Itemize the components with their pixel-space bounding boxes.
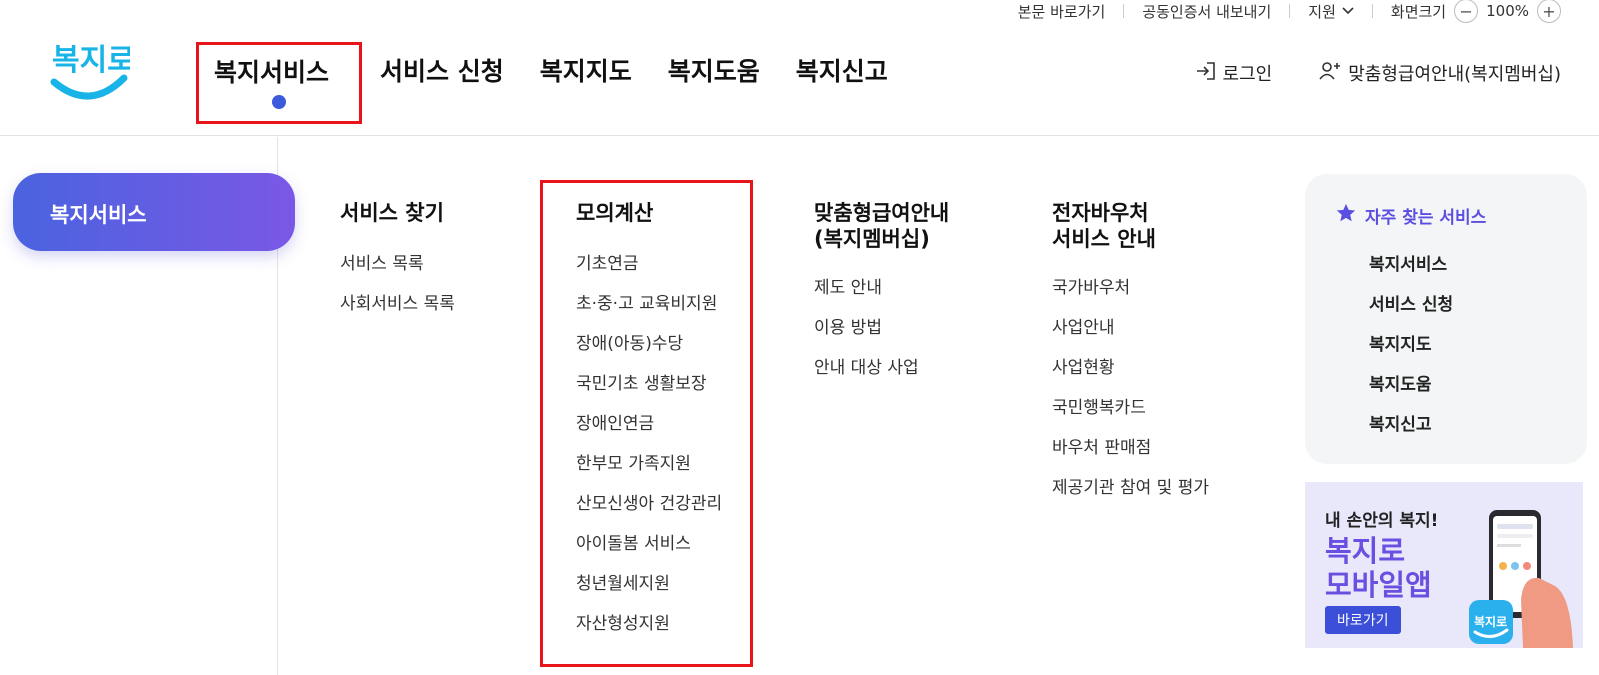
login-icon	[1195, 61, 1223, 86]
app-icon-text: 복지로	[1474, 614, 1507, 629]
nav-welfare-report[interactable]: 복지신고	[778, 42, 906, 124]
nav-label: 서비스 신청	[380, 57, 504, 86]
main-navigation: 복지서비스 서비스 신청 복지지도 복지도움 복지신고	[196, 42, 906, 124]
column-title-line: 맞춤형급여안내	[814, 201, 950, 225]
active-indicator-dot	[272, 95, 286, 109]
phone-in-hand-illustration: 복지로	[1469, 510, 1573, 648]
column-title: 전자바우처 서비스 안내	[1052, 200, 1209, 252]
nav-welfare-services[interactable]: 복지서비스	[196, 42, 362, 124]
column-title: 서비스 찾기	[340, 201, 444, 225]
column-title: 맞춤형급여안내 (복지멤버십)	[814, 200, 949, 252]
mobile-app-banner[interactable]: 내 손안의 복지! 복지로 모바일앱 바로가기 복지로	[1305, 482, 1583, 648]
menu-item[interactable]: 이용 방법	[814, 308, 949, 348]
membership-label: 맞춤형급여안내(복지멤버십)	[1348, 64, 1561, 85]
nav-label: 복지지도	[539, 57, 632, 86]
banner-go-button[interactable]: 바로가기	[1325, 606, 1401, 634]
banner-title-line: 복지로	[1325, 534, 1406, 568]
menu-column-voucher: 전자바우처 서비스 안내 국가바우처 사업안내 사업현황 국민행복카드 바우처 …	[1052, 200, 1209, 508]
quick-link[interactable]: 복지신고	[1369, 405, 1587, 445]
user-plus-icon	[1318, 61, 1348, 86]
column-title-line: 서비스 안내	[1052, 227, 1156, 251]
nav-service-application[interactable]: 서비스 신청	[362, 42, 522, 124]
highlight-box	[540, 180, 753, 667]
menu-item[interactable]: 제도 안내	[814, 268, 949, 308]
menu-item[interactable]: 안내 대상 사업	[814, 348, 949, 388]
svg-text:복지로: 복지로	[52, 43, 130, 78]
sidebar-item-welfare-services[interactable]: 복지서비스	[13, 173, 295, 251]
header-actions: 로그인 맞춤형급여안내(복지멤버십)	[1149, 60, 1561, 86]
frequent-services-title: 자주 찾는 서비스	[1335, 202, 1587, 229]
banner-title: 복지로 모바일앱	[1325, 534, 1432, 602]
login-link[interactable]: 로그인	[1195, 60, 1273, 86]
column-title-line: 전자바우처	[1052, 201, 1149, 225]
menu-item[interactable]: 서비스 목록	[340, 244, 455, 284]
column-title-line: (복지멤버십)	[814, 227, 930, 251]
menu-item[interactable]: 국가바우처	[1052, 268, 1209, 308]
menu-item[interactable]: 제공기관 참여 및 평가	[1052, 468, 1209, 508]
quick-link[interactable]: 서비스 신청	[1369, 285, 1587, 325]
quick-link[interactable]: 복지지도	[1369, 325, 1587, 365]
nav-label: 복지서비스	[214, 58, 330, 87]
quick-link[interactable]: 복지서비스	[1369, 245, 1587, 285]
bokjiro-logo[interactable]: 복지로	[50, 32, 135, 104]
menu-item[interactable]: 사업현황	[1052, 348, 1209, 388]
frequent-services-panel: 자주 찾는 서비스 복지서비스 서비스 신청 복지지도 복지도움 복지신고	[1305, 174, 1587, 464]
membership-link[interactable]: 맞춤형급여안내(복지멤버십)	[1318, 60, 1561, 86]
nav-label: 복지신고	[795, 57, 888, 86]
menu-column-membership: 맞춤형급여안내 (복지멤버십) 제도 안내 이용 방법 안내 대상 사업	[814, 200, 949, 388]
banner-tagline: 내 손안의 복지!	[1325, 511, 1439, 531]
star-icon	[1335, 202, 1365, 229]
menu-column-service-search: 서비스 찾기 서비스 목록 사회서비스 목록	[340, 200, 455, 324]
login-label: 로그인	[1222, 64, 1273, 85]
banner-title-line: 모바일앱	[1325, 568, 1432, 602]
frequent-services-label: 자주 찾는 서비스	[1365, 208, 1487, 228]
menu-item[interactable]: 바우처 판매점	[1052, 428, 1209, 468]
quick-link[interactable]: 복지도움	[1369, 365, 1587, 405]
nav-welfare-help[interactable]: 복지도움	[650, 42, 778, 124]
site-header: 복지로 복지서비스 서비스 신청 복지지도 복지도움 복지신고 로그인 맞춤형급…	[0, 0, 1599, 136]
menu-item[interactable]: 사회서비스 목록	[340, 284, 455, 324]
nav-label: 복지도움	[667, 57, 760, 86]
menu-item[interactable]: 사업안내	[1052, 308, 1209, 348]
nav-welfare-map[interactable]: 복지지도	[522, 42, 650, 124]
menu-item[interactable]: 국민행복카드	[1052, 388, 1209, 428]
